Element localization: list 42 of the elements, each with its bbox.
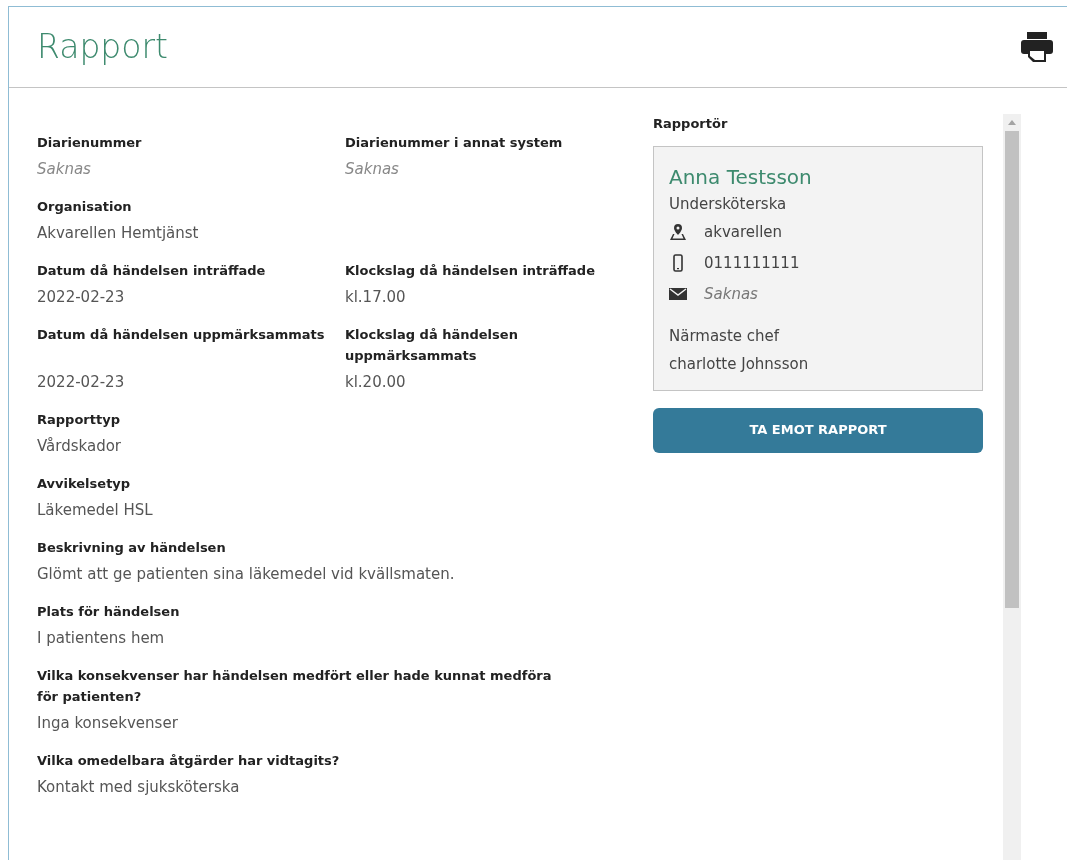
- reporter-role: Undersköterska: [669, 193, 788, 215]
- field-value: kl.17.00: [345, 287, 407, 308]
- field-label: Rapporttyp: [37, 411, 121, 429]
- field-label: Organisation: [37, 198, 133, 216]
- field-value: 2022-02-23: [37, 372, 126, 393]
- field-label: Klockslag då händelsen inträffade: [345, 262, 596, 280]
- field-label: Datum då händelsen inträffade: [37, 262, 267, 280]
- field-value: kl.20.00: [345, 372, 407, 393]
- location-pin-icon: [669, 223, 687, 241]
- contact-value: Saknas: [704, 283, 758, 305]
- field-value: Kontakt med sjuksköterska: [37, 777, 241, 798]
- section-heading: Rapportör: [653, 115, 729, 133]
- field-value: I patientens hem: [37, 628, 166, 649]
- reporter-name: Anna Testsson: [669, 163, 813, 191]
- field-label: Plats för händelsen: [37, 603, 181, 621]
- field-label: Vilka konsekvenser har händelsen medfört eller hade kunnat medföra för patienten?: [37, 667, 553, 706]
- field-label: Klockslag då händelsen uppmärksammats: [345, 326, 519, 365]
- contact-value: 0111111111: [704, 252, 800, 274]
- field-label: Vilka omedelbara åtgärder har vidtagits?: [37, 752, 341, 770]
- manager-label: Närmaste chef: [669, 325, 781, 347]
- field-value: Inga konsekvenser: [37, 713, 179, 734]
- field-value: Akvarellen Hemtjänst: [37, 223, 200, 244]
- scrollbar-thumb[interactable]: [1005, 131, 1019, 608]
- field-label: Beskrivning av händelsen: [37, 539, 227, 557]
- print-icon[interactable]: [1019, 30, 1055, 64]
- field-label: Diarienummer i annat system: [345, 134, 564, 152]
- receive-report-button[interactable]: TA EMOT RAPPORT: [653, 407, 983, 453]
- field-label: Diarienummer: [37, 134, 143, 152]
- field-value: Saknas: [37, 159, 92, 180]
- email-icon: [669, 285, 687, 303]
- field-value: 2022-02-23: [37, 287, 126, 308]
- page-title: Rapport: [37, 26, 169, 69]
- contact-value: akvarellen: [704, 221, 783, 243]
- field-value: Läkemedel HSL: [37, 500, 154, 521]
- scrollbar[interactable]: [1003, 114, 1021, 860]
- field-value: Saknas: [345, 159, 400, 180]
- field-value: Vårdskador: [37, 436, 122, 457]
- manager-name: charlotte Johnsson: [669, 353, 810, 375]
- scroll-up-icon[interactable]: [1008, 120, 1016, 125]
- field-label: Datum då händelsen uppmärksammats: [37, 326, 326, 344]
- field-label: Avvikelsetyp: [37, 475, 132, 493]
- field-value: Glömt att ge patienten sina läkemedel vid kvällsmaten.: [37, 564, 456, 585]
